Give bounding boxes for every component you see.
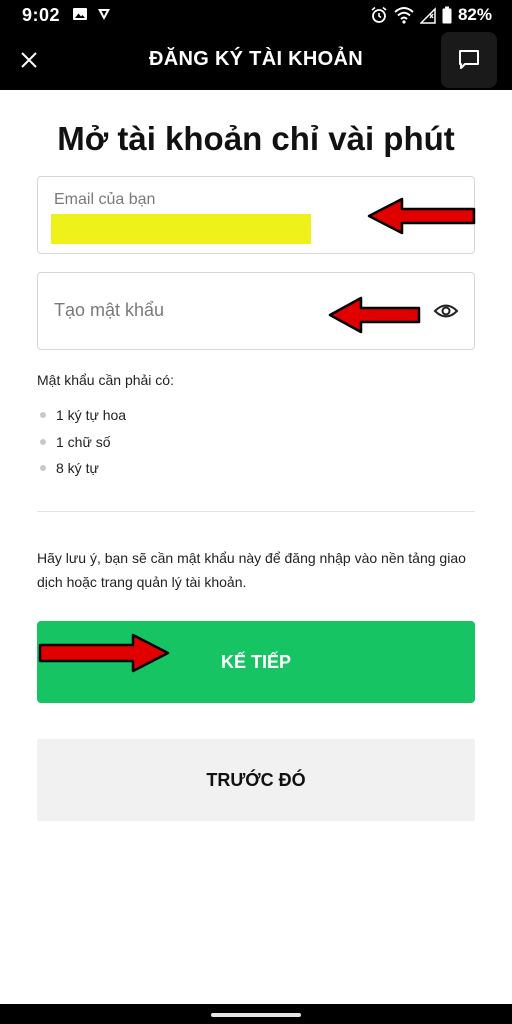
battery-icon xyxy=(442,6,452,24)
status-icons-left xyxy=(72,6,112,22)
shield-icon xyxy=(98,9,110,20)
bullet-icon xyxy=(40,465,46,472)
battery-percentage: 82% xyxy=(457,5,492,24)
annotation-arrow-email xyxy=(367,197,476,235)
chat-button[interactable] xyxy=(441,32,497,88)
bullet-icon xyxy=(40,412,46,419)
password-requirements-list: 1 ký tự hoa 1 chữ số 8 ký tự xyxy=(40,402,126,482)
header-title: ĐĂNG KÝ TÀI KHOẢN xyxy=(149,48,363,70)
eye-icon xyxy=(433,304,459,318)
signal-icon xyxy=(419,7,436,24)
requirement-item: 8 ký tự xyxy=(40,455,126,482)
requirement-text: 8 ký tự xyxy=(56,460,99,477)
password-notice: Hãy lưu ý, bạn sẽ cần mật khẩu này để đă… xyxy=(37,550,466,590)
previous-button[interactable]: TRƯỚC ĐÓ xyxy=(37,739,475,821)
wifi-icon xyxy=(394,7,414,24)
next-button-label: KẾ TIẾP xyxy=(220,651,291,672)
home-indicator[interactable] xyxy=(211,1013,301,1017)
divider xyxy=(37,511,475,512)
annotation-arrow-password xyxy=(328,296,421,334)
navigation-bar xyxy=(0,1004,512,1024)
status-bar: 9:02 82% xyxy=(0,0,512,30)
requirement-item: 1 chữ số xyxy=(40,429,126,456)
status-time: 9:02 xyxy=(22,5,61,25)
requirement-text: 1 chữ số xyxy=(56,433,111,450)
email-label: Email của bạn xyxy=(54,191,156,208)
image-icon xyxy=(73,8,87,20)
password-requirements-title: Mật khẩu cần phải có: xyxy=(37,372,174,388)
email-value-redacted[interactable] xyxy=(51,214,311,244)
app-header: ĐĂNG KÝ TÀI KHOẢN xyxy=(0,30,512,90)
previous-button-label: TRƯỚC ĐÓ xyxy=(206,769,306,790)
page-title: Mở tài khoản chỉ vài phút xyxy=(57,120,455,157)
signup-form: Mở tài khoản chỉ vài phút Email của bạn … xyxy=(0,90,512,1004)
password-placeholder: Tạo mật khẩu xyxy=(54,300,165,320)
status-icons-right: 82% xyxy=(370,5,492,25)
chat-icon xyxy=(459,50,479,69)
requirement-text: 1 ký tự hoa xyxy=(56,407,127,424)
requirement-item: 1 ký tự hoa xyxy=(40,402,126,429)
annotation-arrow-next xyxy=(38,633,170,673)
alarm-icon xyxy=(371,6,387,23)
bullet-icon xyxy=(40,438,46,445)
toggle-password-visibility-button[interactable] xyxy=(432,299,460,323)
